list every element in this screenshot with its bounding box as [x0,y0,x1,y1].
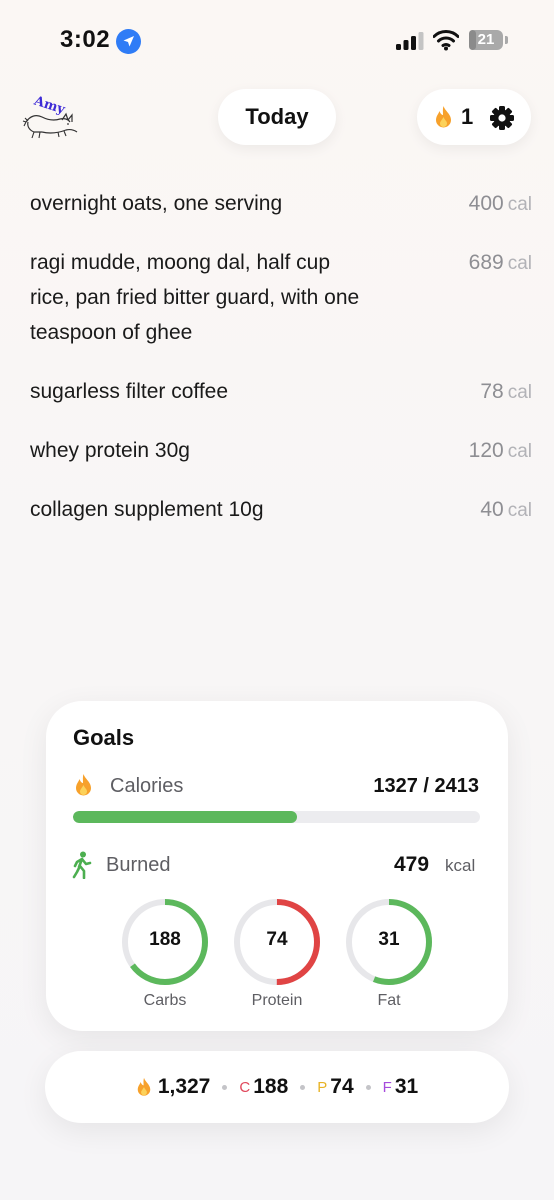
calories-progress-fill [73,811,297,823]
burned-label: Burned [106,854,171,876]
macro-value: 31 [378,929,400,950]
location-icon [116,29,141,54]
fat-letter: F [382,1078,392,1096]
food-entry-calories: 78 cal [480,380,532,403]
macro-label: Carbs [143,992,187,1009]
today-button[interactable]: Today [218,89,336,145]
summary-carbs: C 188 [239,1075,288,1099]
streak-count[interactable]: 1 [461,104,473,130]
separator-dot [300,1084,306,1090]
calories-label: Calories [110,775,184,797]
battery-percent: 21 [477,31,495,48]
summary-carbs-value: 188 [253,1075,289,1098]
carbs-letter: C [239,1078,251,1096]
macro-value: 74 [266,929,288,950]
food-entry-name: collagen supplement 10g [30,498,264,521]
macro-label: Fat [377,992,401,1009]
macro-value: 188 [149,929,181,950]
separator-dot [222,1084,228,1090]
food-entry-name: whey protein 30g [30,439,190,462]
protein-letter: P [317,1078,328,1096]
summary-fat-value: 31 [394,1075,419,1098]
summary-calories-value: 1,327 [157,1075,211,1098]
flame-icon [76,774,91,796]
food-entry-name: ragi mudde, moong dal, half cup rice, pa… [30,251,360,344]
goals-title: Goals [73,725,135,750]
macro-label: Protein [251,992,303,1009]
walking-person-icon [72,851,92,879]
calories-value: 1327 / 2413 [373,775,479,797]
flame-icon [436,106,451,128]
avatar-logo-text: Amy [31,93,67,117]
goals-card[interactable]: Goals Calories 1327 / 2413 Burned 479 kc… [46,701,508,1031]
macro-ring-protein: 74 Protein [232,897,322,1012]
food-entry-name: overnight oats, one serving [30,192,283,215]
summary-fat: F 31 [383,1075,419,1099]
status-bar: 3:02 21 [0,0,554,80]
battery-indicator: 21 [469,30,509,52]
food-entry-calories: 400 cal [468,192,532,215]
summary-protein-value: 74 [330,1075,354,1098]
macro-ring-fat: 31 Fat [344,897,434,1012]
burned-value: 479 [394,853,430,876]
header-actions: 1 [417,89,531,145]
daily-summary-bar[interactable]: 1,327 C 188 P 74 F 31 [45,1051,509,1123]
food-entry-calories: 689 cal [468,251,532,274]
food-entry-calories: 40 cal [480,498,532,521]
flame-icon [137,1077,151,1096]
burned-unit: kcal [445,856,476,875]
cellular-signal-icon [396,32,424,50]
avatar[interactable]: Amy [22,92,80,142]
gear-icon[interactable] [489,105,515,131]
food-entry-name: sugarless filter coffee [30,380,229,403]
separator-dot [365,1084,371,1090]
macro-ring-carbs: 188 Carbs [120,897,210,1012]
food-entry-calories: 120 cal [468,439,532,462]
calories-progress-bar [73,811,480,823]
status-time: 3:02 [60,26,111,53]
summary-protein: P 74 [317,1075,353,1099]
wifi-icon [433,30,459,51]
summary-calories: 1,327 [136,1075,211,1099]
